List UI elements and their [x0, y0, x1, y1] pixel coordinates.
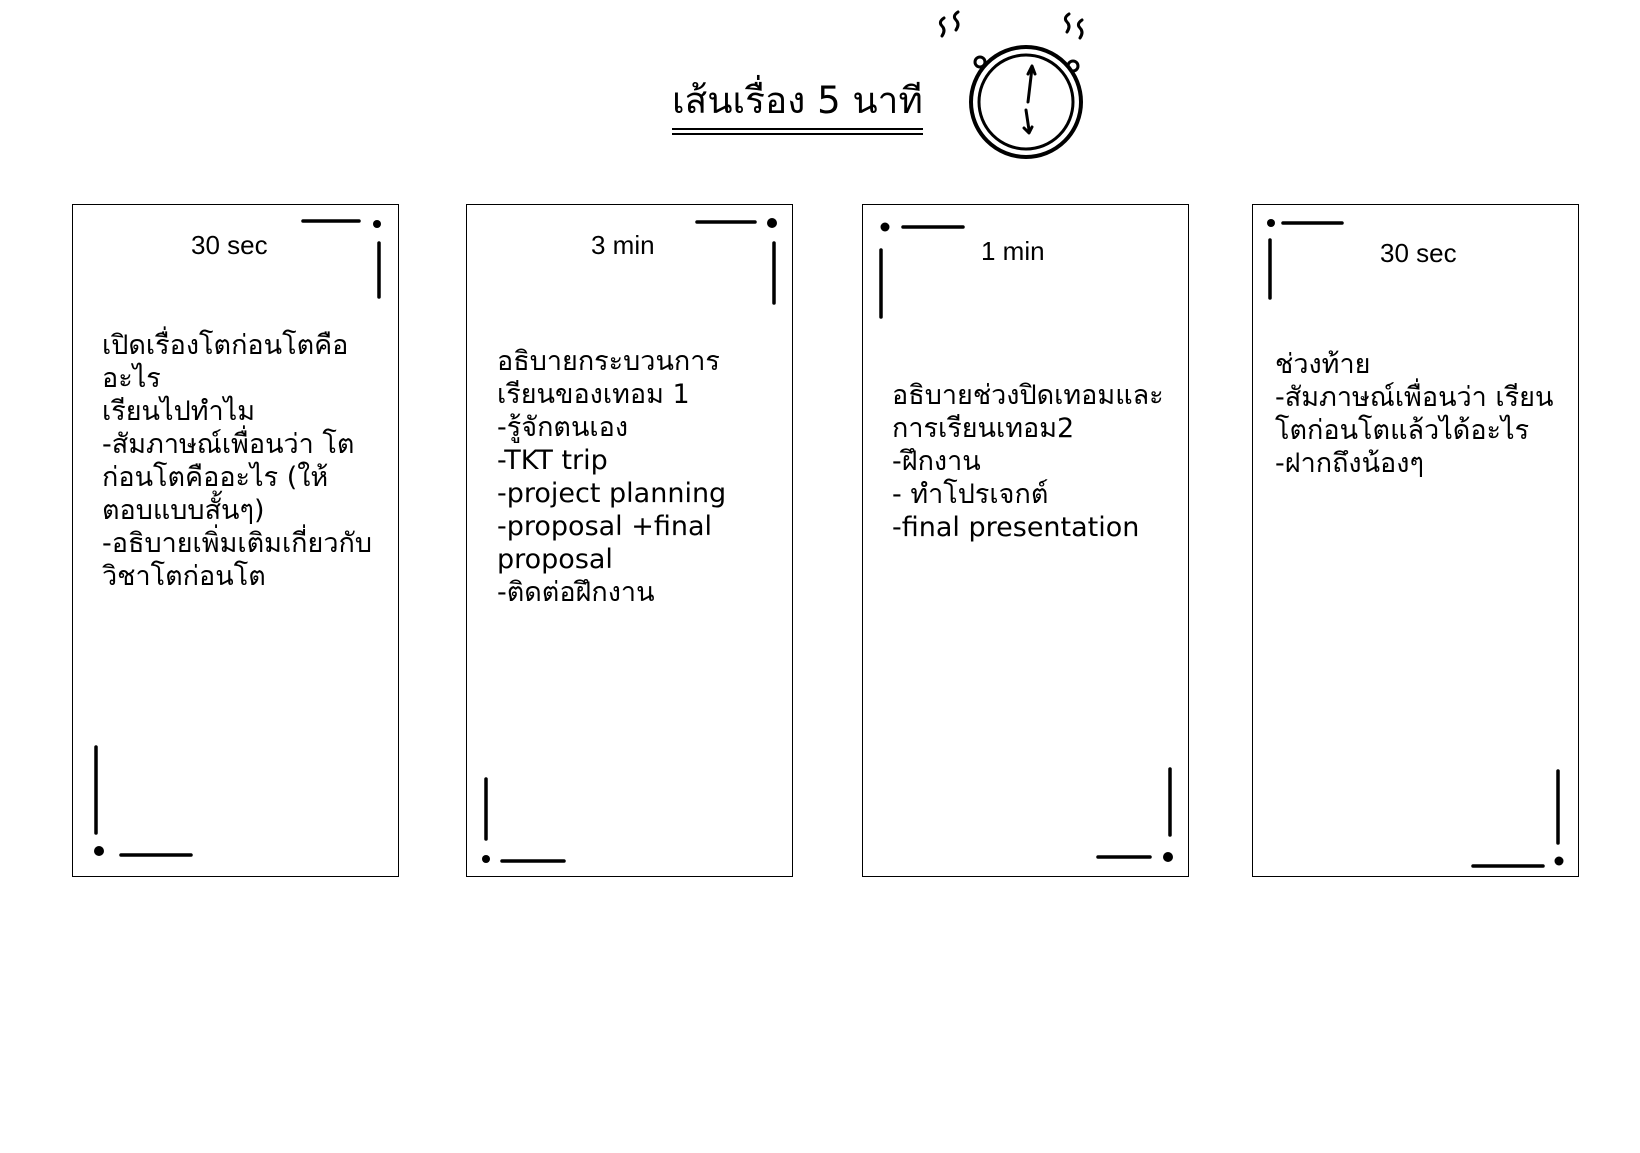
card-2: 3 min อธิบายกระบวนการ เรียนของเทอม 1 -รู…	[466, 204, 793, 877]
card-line: การเรียนเทอม2	[892, 413, 1075, 444]
card-line: เรียนของเทอม 1	[497, 379, 690, 410]
card-line: อธิบายกระบวนการ	[497, 346, 720, 377]
card-1: 30 sec เปิดเรื่องโตก่อนโตคือ อะไร เรียนไ…	[72, 204, 399, 877]
page-title: เส้นเรื่อง 5 นาที	[672, 76, 923, 135]
card-content: อธิบายช่วงปิดเทอมและ การเรียนเทอม2 -ฝึกง…	[892, 379, 1164, 544]
card-line: ช่วงท้าย	[1275, 349, 1371, 380]
card-duration: 3 min	[591, 230, 655, 260]
stopwatch-icon	[938, 10, 1084, 159]
card-line: อธิบายช่วงปิดเทอมและ	[892, 380, 1164, 411]
card-duration: 30 sec	[1380, 238, 1457, 268]
card-line: -ฝากถึงน้องๆ	[1275, 448, 1424, 479]
card-line: เปิดเรื่องโตก่อนโตคือ	[102, 330, 349, 361]
card-line: -ติดต่อฝึกงาน	[497, 577, 655, 608]
card-line: วิชาโตก่อนโต	[102, 561, 266, 592]
card-line: -TKT trip	[497, 445, 608, 476]
card-line: -อธิบายเพิ่มเติมเกี่ยวกับ	[102, 528, 372, 559]
card-line: ตอบแบบสั้นๆ)	[102, 495, 265, 526]
card-line: - ทำโปรเจกต์	[892, 479, 1049, 510]
card-line: proposal	[497, 544, 613, 575]
card-content: ช่วงท้าย -สัมภาษณ์เพื่อนว่า เรียน โตก่อน…	[1275, 348, 1553, 480]
card-line: -ฝึกงาน	[892, 446, 981, 477]
card-duration: 1 min	[981, 236, 1045, 266]
card-line: -final presentation	[892, 512, 1140, 543]
card-line: -project planning	[497, 478, 727, 509]
card-3: 1 min อธิบายช่วงปิดเทอมและ การเรียนเทอม2…	[862, 204, 1189, 877]
card-line: โตก่อนโตแล้วได้อะไร	[1275, 415, 1530, 446]
card-line: อะไร	[102, 363, 161, 394]
card-line: ก่อนโตคืออะไร (ให้	[102, 462, 329, 493]
card-content: อธิบายกระบวนการ เรียนของเทอม 1 -รู้จักตน…	[497, 345, 726, 609]
card-line: เรียนไปทำไม	[102, 396, 256, 427]
card-line: -สัมภาษณ์เพื่อนว่า โต	[102, 429, 355, 460]
card-line: -รู้จักตนเอง	[497, 412, 629, 443]
card-duration: 30 sec	[191, 230, 268, 260]
card-content: เปิดเรื่องโตก่อนโตคือ อะไร เรียนไปทำไม -…	[102, 329, 372, 593]
card-4: 30 sec ช่วงท้าย -สัมภาษณ์เพื่อนว่า เรียน…	[1252, 204, 1579, 877]
card-line: -สัมภาษณ์เพื่อนว่า เรียน	[1275, 382, 1554, 413]
card-line: -proposal +final	[497, 511, 713, 542]
corner-brackets	[1267, 219, 1564, 868]
